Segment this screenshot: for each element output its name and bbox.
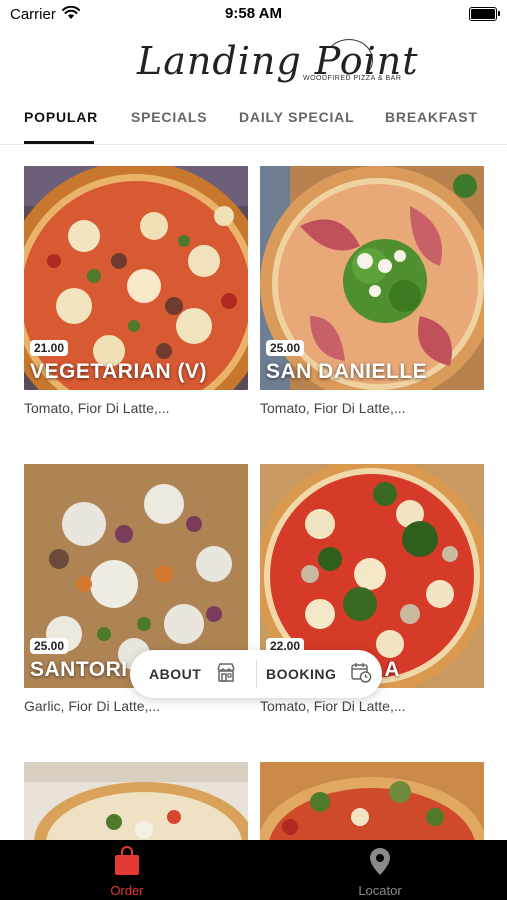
location-pin-icon	[367, 846, 393, 881]
pizza-image	[24, 762, 248, 840]
item-name: VEGETARIAN (V)	[30, 360, 207, 383]
nav-locator-label: Locator	[358, 883, 402, 898]
item-description: Tomato, Fior Di Latte,...	[260, 698, 406, 714]
item-name: SAN DANIELLE	[266, 360, 428, 383]
status-bar: Carrier 9:58 AM	[0, 0, 507, 28]
store-icon	[215, 661, 237, 688]
tab-popular[interactable]: POPULAR	[24, 109, 98, 125]
item-name: SANTORI	[30, 658, 128, 681]
about-label: ABOUT	[149, 666, 202, 682]
bottom-navigation: Order Locator	[0, 840, 507, 900]
item-description: Garlic, Fior Di Latte,...	[24, 698, 161, 714]
floating-action-bar: ABOUT BOOKING	[130, 650, 382, 698]
price-badge: 21.00	[30, 340, 69, 356]
tab-daily-special[interactable]: DAILY SPECIAL	[239, 109, 354, 125]
tab-specials[interactable]: SPECIALS	[131, 109, 207, 125]
price-badge: 25.00	[266, 340, 305, 356]
active-tab-indicator	[24, 141, 94, 144]
menu-item-card[interactable]: 25.00 SAN DANIELLE Tomato, Fior Di Latte…	[260, 166, 484, 416]
nav-order-label: Order	[110, 883, 144, 898]
tab-breakfast[interactable]: BREAKFAST	[385, 109, 478, 125]
menu-item-card[interactable]	[260, 762, 484, 840]
clock: 9:58 AM	[225, 5, 282, 22]
pizza-image	[260, 762, 484, 840]
nav-order[interactable]: Order	[67, 846, 187, 898]
pizza-image: 25.00 SAN DANIELLE	[260, 166, 484, 390]
divider	[256, 660, 257, 688]
item-description: Tomato, Fior Di Latte,...	[24, 400, 170, 416]
calendar-clock-icon	[350, 661, 372, 688]
brand-logo: Landing Point WOODFIRED PIZZA & BAR	[125, 35, 418, 97]
pizza-image: 21.00 VEGETARIAN (V)	[24, 166, 248, 390]
logo-tagline: WOODFIRED PIZZA & BAR	[303, 75, 402, 82]
category-tabs: POPULAR SPECIALS DAILY SPECIAL BREAKFAST	[0, 100, 507, 145]
booking-button[interactable]: BOOKING	[266, 650, 372, 698]
battery-icon	[469, 7, 500, 21]
menu-item-card[interactable]	[24, 762, 248, 840]
price-badge: 25.00	[30, 638, 69, 654]
nav-locator[interactable]: Locator	[320, 846, 440, 898]
item-name: A	[384, 658, 400, 681]
booking-label: BOOKING	[266, 666, 337, 682]
item-description: Tomato, Fior Di Latte,...	[260, 400, 406, 416]
menu-item-card[interactable]: 21.00 VEGETARIAN (V) Tomato, Fior Di Lat…	[24, 166, 248, 416]
about-button[interactable]: ABOUT	[149, 650, 237, 698]
shopping-bag-icon	[113, 846, 141, 881]
